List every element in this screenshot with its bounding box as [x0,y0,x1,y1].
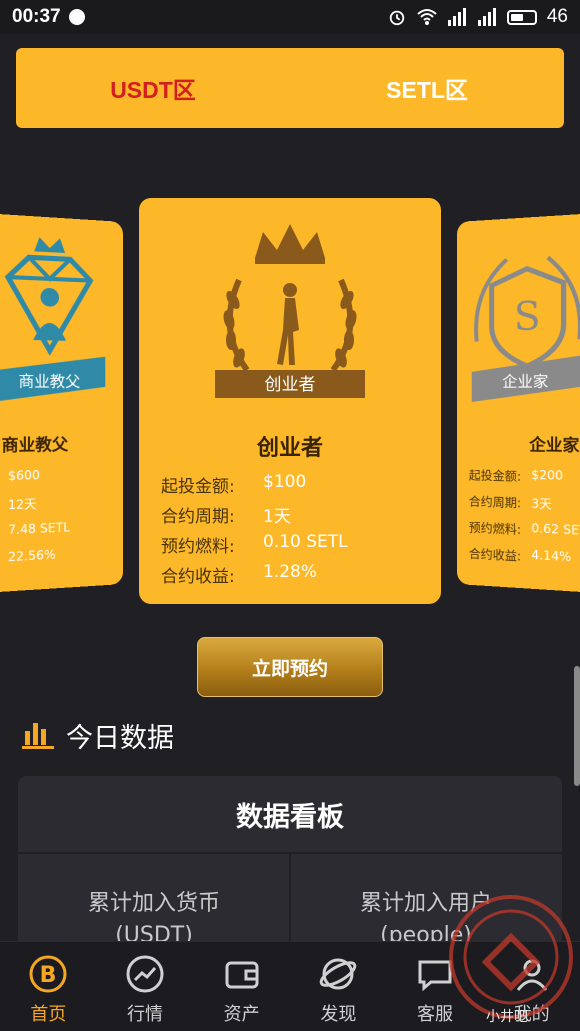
founder-badge-label: 创业者 [265,375,316,395]
row-value: 0.62 SETL [531,521,580,551]
nav-item-discover[interactable]: 发现 [290,942,387,1031]
entrepreneur-badge-label: 企业家 [502,372,548,391]
alarm-icon [387,8,407,26]
today-data-header: 今日数据 [22,715,174,755]
founder-emblem-icon: 创业者 [215,220,365,410]
plan-card-business-godfather[interactable]: 商业教父 商业教父 :$600 :12天 :7.48 SETL :22.56% [0,213,123,594]
nav-label: 行情 [127,1000,163,1026]
row-label: 预约燃料: [161,532,263,562]
tab-usdt-zone[interactable]: USDT区 [16,48,290,128]
plan-row-period: :12天 [0,494,70,524]
stat-label: 累计加入货币 [18,888,290,920]
zone-tabs: USDT区 SETL区 [16,48,564,128]
notification-icon [69,9,85,25]
bitcoin-icon: B [28,954,68,994]
row-label: 合约收益: [161,562,263,592]
row-value: 7.48 SETL [8,520,70,550]
signal-icon [447,8,467,26]
bar-chart-icon [22,721,54,749]
row-value: 22.56% [8,547,56,576]
wifi-icon [417,8,437,26]
plan-row-yield: 合约收益: 4.14% [469,545,580,579]
entrepreneur-emblem-icon: S 企业家 [467,234,580,407]
planet-icon [318,954,358,994]
wallet-icon [222,954,262,994]
row-value: 3天 [531,494,551,522]
row-value: $200 [531,468,563,496]
plan-row-fuel: :7.48 SETL [0,520,70,551]
tab-setl-zone[interactable]: SETL区 [290,48,564,128]
row-label: : [0,523,8,551]
watermark-text: 小井吧 [486,1006,528,1026]
nav-label: 发现 [320,1000,356,1026]
svg-text:B: B [40,963,57,988]
plan-row-yield: 合约收益: 1.28% [161,562,348,592]
plan-details: :$600 :12天 :7.48 SETL :22.56% [0,467,70,578]
row-label: 合约周期: [469,492,532,521]
row-label: 起投金额: [469,466,532,494]
business-godfather-emblem-icon: 商业教父 [0,234,110,407]
row-label: 预约燃料: [469,518,532,547]
plan-row-yield: :22.56% [0,547,70,578]
nav-label: 资产 [224,1000,260,1026]
today-data-title: 今日数据 [66,716,174,755]
plan-row-amount: 起投金额: $100 [161,472,348,502]
plan-card-entrepreneur[interactable]: S 企业家 企业家 起投金额: $200 合约周期: 3天 预约燃料: 0.62 SE… [457,213,580,593]
battery-level: 46 [547,6,568,28]
nav-item-market[interactable]: 行情 [97,942,194,1031]
row-value: 4.14% [531,548,571,577]
business-godfather-badge-label: 商业教父 [19,372,81,391]
nav-item-home[interactable]: B 首页 [0,942,97,1031]
row-value: 12天 [8,495,37,523]
plan-title: 企业家 [529,431,579,457]
row-label: : [0,496,8,524]
plan-title: 商业教父 [2,431,69,457]
nav-label: 首页 [30,1000,66,1026]
plan-row-amount: :$600 [0,467,70,496]
reserve-now-button[interactable]: 立即预约 [197,637,383,697]
plan-details: 起投金额: $200 合约周期: 3天 预约燃料: 0.62 SETL 合约收益: 4.… [469,466,580,578]
battery-icon [507,10,537,25]
row-label: 合约周期: [161,502,263,532]
data-dashboard-title: 数据看板 [18,776,562,854]
row-label: 起投金额: [161,472,263,502]
watermark-seal-icon [446,892,576,1022]
status-time: 00:37 [12,6,61,28]
row-value: 1.28% [263,562,317,592]
row-value: $600 [8,468,40,496]
row-value: 1天 [263,502,291,532]
row-label: 合约收益: [469,545,532,575]
row-label: : [0,550,8,578]
scrollbar[interactable] [574,666,580,786]
plan-title: 创业者 [139,430,441,462]
plan-card-founder[interactable]: 创业者 创业者 起投金额: $100 合约周期: 1天 预约燃料: 0.10 SETL… [139,198,441,604]
plan-row-amount: 起投金额: $200 [469,466,580,496]
svg-text:S: S [514,294,541,340]
plan-row-period: 合约周期: 1天 [161,502,348,532]
plan-details: 起投金额: $100 合约周期: 1天 预约燃料: 0.10 SETL 合约收益: 1.… [161,472,348,592]
status-bar: 00:37 46 [0,0,580,34]
row-value: $100 [263,472,306,502]
plan-row-fuel: 预约燃料: 0.10 SETL [161,532,348,562]
status-icons: 46 [387,6,568,28]
trend-icon [125,954,165,994]
row-label: : [0,469,8,497]
nav-item-assets[interactable]: 资产 [193,942,290,1031]
signal-4g-icon [477,8,497,26]
row-value: 0.10 SETL [263,532,348,562]
